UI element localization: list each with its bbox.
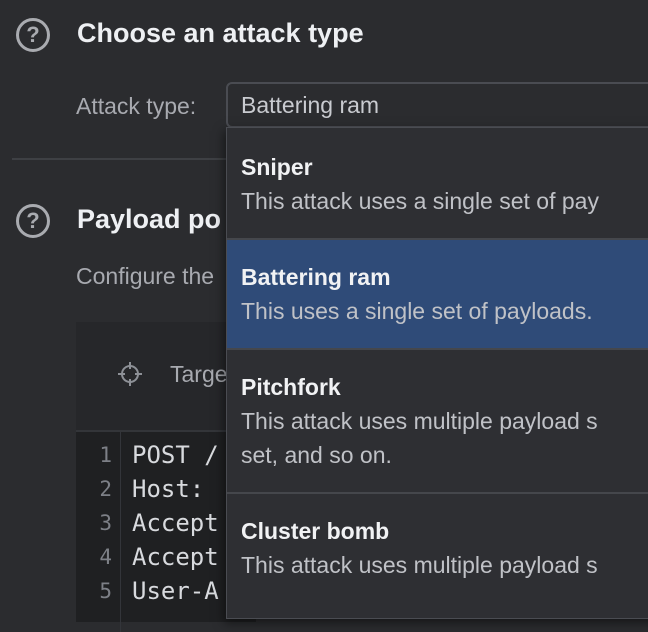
line-text[interactable]: POST / bbox=[132, 441, 219, 469]
option-description: This attack uses multiple payload s bbox=[241, 408, 598, 434]
option-description: This attack uses multiple payload s bbox=[241, 552, 598, 578]
option-description: This attack uses a single set of pay bbox=[241, 188, 599, 214]
line-number: 5 bbox=[99, 579, 112, 603]
line-number: 4 bbox=[99, 545, 112, 569]
help-icon[interactable]: ? bbox=[16, 18, 50, 52]
payload-section-title: Payload po bbox=[77, 204, 222, 234]
option-title: Pitchfork bbox=[241, 374, 341, 400]
attack-type-select-value: Battering ram bbox=[241, 92, 380, 118]
attack-type-label: Attack type: bbox=[76, 93, 197, 119]
crosshair-icon[interactable] bbox=[118, 362, 142, 386]
option-description: This uses a single set of payloads. bbox=[241, 298, 593, 324]
line-text[interactable]: Accept bbox=[132, 543, 219, 571]
line-number: 1 bbox=[99, 443, 112, 467]
line-number: 3 bbox=[99, 511, 112, 535]
line-text[interactable]: Accept bbox=[132, 509, 219, 537]
option-title: Battering ram bbox=[241, 264, 391, 290]
help-icon[interactable]: ? bbox=[16, 204, 50, 238]
line-number: 2 bbox=[99, 477, 112, 501]
attack-type-select[interactable]: Battering ram bbox=[226, 82, 648, 128]
option-title: Cluster bomb bbox=[241, 518, 390, 544]
option-description-continued: set, and so on. bbox=[241, 442, 392, 468]
line-text[interactable]: Host: bbox=[132, 475, 204, 503]
dropdown-option-pitchfork[interactable]: Pitchfork This attack uses multiple payl… bbox=[227, 350, 648, 492]
payload-section-description: Configure the bbox=[76, 263, 215, 289]
line-text[interactable]: User-A bbox=[132, 577, 219, 605]
attack-type-section-title: Choose an attack type bbox=[77, 18, 364, 48]
dropdown-option-sniper[interactable]: Sniper This attack uses a single set of … bbox=[227, 128, 648, 238]
option-title: Sniper bbox=[241, 154, 313, 180]
dropdown-option-battering-ram[interactable]: Battering ram This uses a single set of … bbox=[227, 240, 648, 348]
target-label[interactable]: Targe bbox=[170, 361, 228, 388]
attack-type-dropdown: Sniper This attack uses a single set of … bbox=[226, 127, 648, 619]
dropdown-option-cluster-bomb[interactable]: Cluster bomb This attack uses multiple p… bbox=[227, 494, 648, 618]
section-divider bbox=[12, 158, 242, 160]
